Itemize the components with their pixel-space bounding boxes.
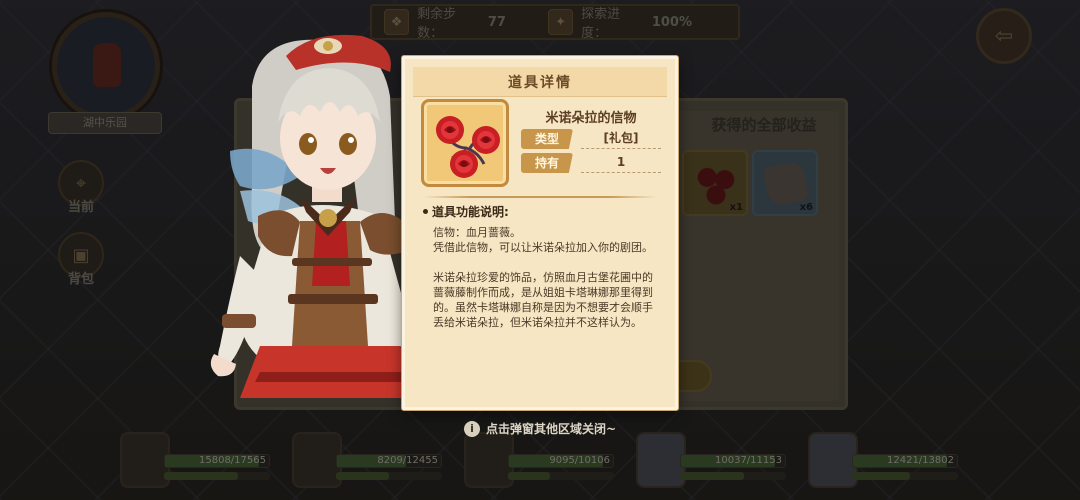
type-label: 类型 [521, 129, 573, 149]
section-title-text: 道具功能说明: [432, 205, 509, 219]
description-paragraph: 信物：血月蔷薇。 凭借此信物，可以让米诺朵拉加入你的剧团。 [433, 226, 653, 254]
close-hint-text: 点击弹窗其他区域关闭~ [485, 422, 617, 436]
modal-title: 道具详情 [508, 74, 572, 91]
divider [423, 196, 657, 198]
type-value: [礼包] [581, 129, 661, 149]
owned-label: 持有 [521, 153, 573, 173]
owned-value: 1 [581, 153, 661, 173]
red-roses-icon [436, 116, 500, 178]
close-hint: i 点击弹窗其他区域关闭~ [0, 420, 1080, 437]
description-paragraph: 米诺朵拉珍爱的饰品，仿照血月古堡花圃中的蔷薇藤制作而成，是从姐姐卡塔琳娜那里得到… [433, 271, 653, 329]
modal-header: 道具详情 [413, 67, 667, 97]
bullet-icon [423, 209, 428, 214]
item-description: 信物：血月蔷薇。 凭借此信物，可以让米诺朵拉加入你的剧团。 米诺朵拉珍爱的饰品，… [433, 225, 663, 330]
item-type-row: 类型 [礼包] [521, 129, 661, 149]
info-icon: i [463, 420, 480, 437]
section-title: 道具功能说明: [423, 203, 509, 220]
item-detail-modal: 道具详情 米诺朵拉的信物 类型 [礼包] 持有 1 道具功能说明: 信物：血月蔷… [402, 56, 678, 410]
item-icon-frame [421, 99, 509, 187]
item-name: 米诺朵拉的信物 [545, 111, 637, 126]
item-owned-row: 持有 1 [521, 153, 661, 173]
